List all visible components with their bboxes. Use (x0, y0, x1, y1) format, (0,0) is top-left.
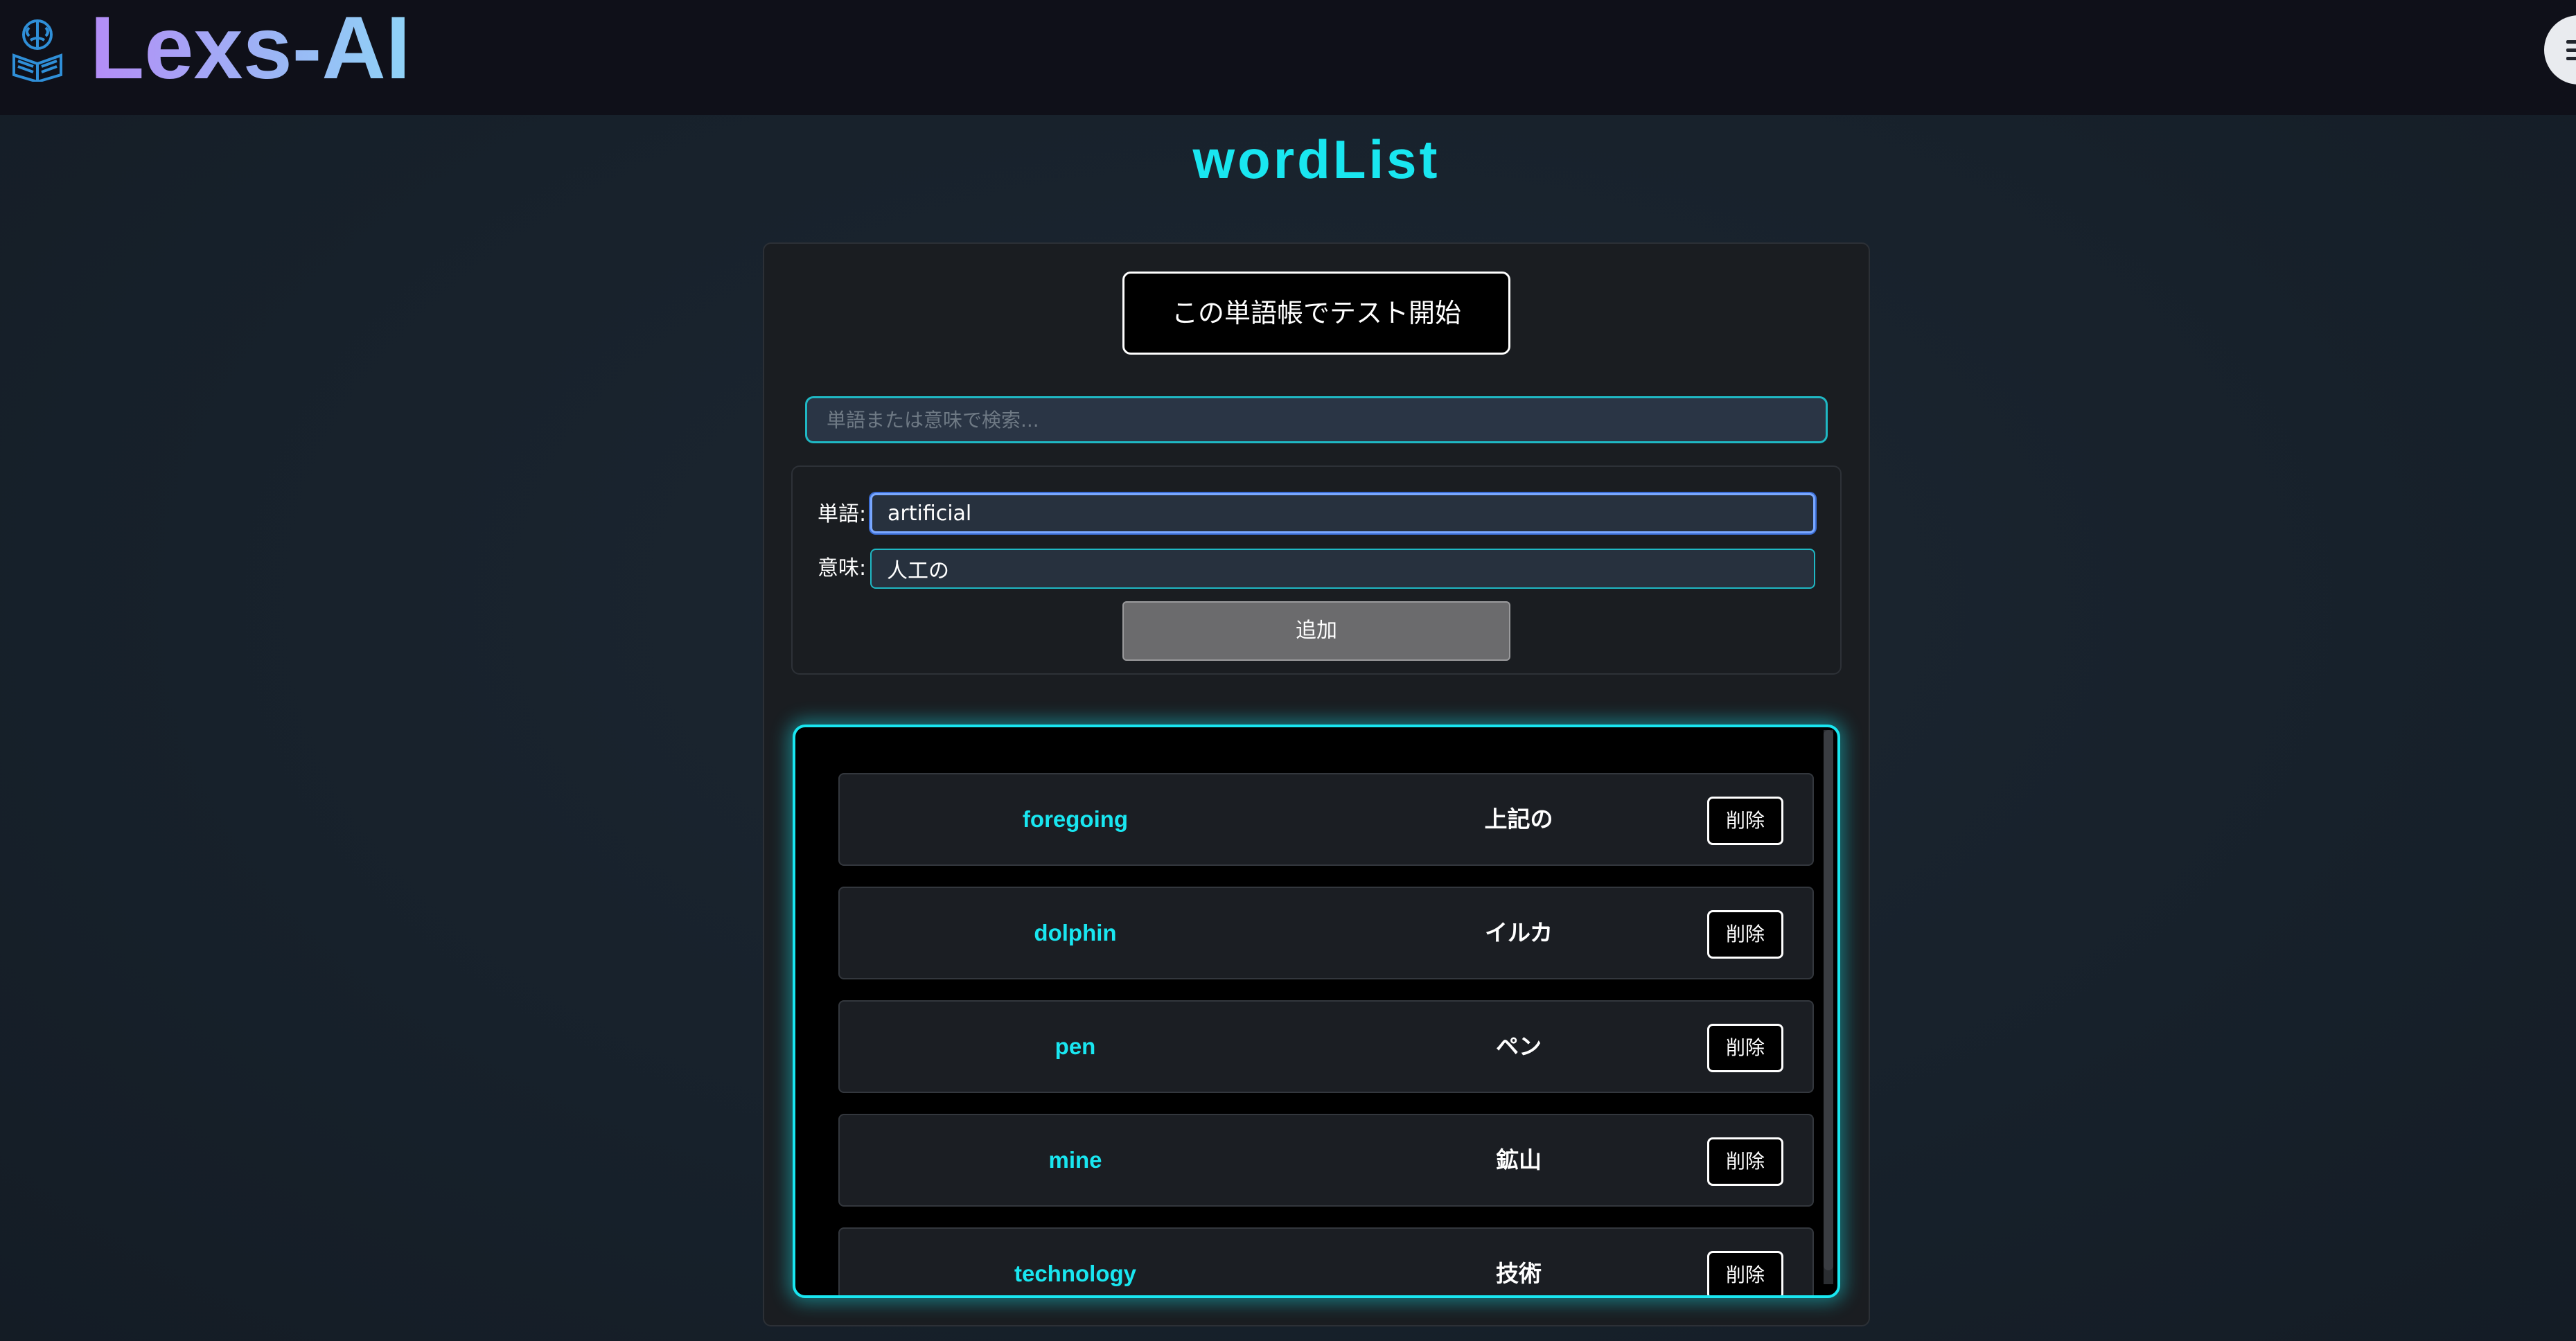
delete-button[interactable]: 削除 (1707, 910, 1783, 959)
word-input[interactable] (870, 493, 1815, 533)
meaning-text: ペン (1496, 1033, 1542, 1060)
brain-book-icon (10, 12, 65, 84)
hamburger-menu-icon-bar (2566, 57, 2576, 60)
app-header: Lexs-AI (0, 0, 2576, 115)
hamburger-menu-button[interactable] (2544, 15, 2576, 85)
meaning-text: イルカ (1484, 919, 1553, 946)
delete-button[interactable]: 削除 (1707, 1251, 1783, 1295)
delete-button[interactable]: 削除 (1707, 797, 1783, 845)
hamburger-menu-icon-bar (2566, 48, 2576, 52)
app-logo-text[interactable]: Lexs-AI (90, 0, 410, 97)
word-list-scroll-area[interactable]: foregoing 上記の 削除 dolphin イルカ 削除 pen ペン 削… (795, 727, 1837, 1295)
word-field-label: 単語: (818, 502, 867, 526)
word-text: foregoing (1022, 806, 1129, 832)
list-item: foregoing 上記の 削除 (838, 773, 1814, 866)
word-text: technology (1014, 1261, 1136, 1286)
list-item: mine 鉱山 削除 (838, 1114, 1814, 1207)
word-text: mine (1048, 1147, 1102, 1173)
list-scrollbar[interactable] (1824, 730, 1833, 1284)
add-word-button[interactable]: 追加 (1122, 601, 1510, 661)
search-input[interactable] (805, 396, 1828, 443)
list-item: pen ペン 削除 (838, 1000, 1814, 1093)
list-item: dolphin イルカ 削除 (838, 887, 1814, 979)
meaning-text: 鉱山 (1496, 1146, 1542, 1173)
word-list[interactable]: foregoing 上記の 削除 dolphin イルカ 削除 pen ペン 削… (793, 725, 1840, 1298)
delete-button[interactable]: 削除 (1707, 1137, 1783, 1186)
page-title: wordList (1192, 129, 1440, 190)
word-text: dolphin (1034, 920, 1117, 945)
meaning-field-label: 意味: (818, 556, 867, 580)
meaning-text: 上記の (1484, 806, 1553, 833)
hamburger-menu-icon (2566, 40, 2576, 44)
word-text: pen (1055, 1033, 1096, 1059)
list-scrollbar-thumb[interactable] (1824, 730, 1833, 1270)
start-test-button[interactable]: この単語帳でテスト開始 (1122, 272, 1510, 355)
meaning-input[interactable] (870, 549, 1815, 589)
delete-button[interactable]: 削除 (1707, 1024, 1783, 1072)
list-item: technology 技術 削除 (838, 1227, 1814, 1295)
meaning-text: 技術 (1496, 1260, 1542, 1287)
